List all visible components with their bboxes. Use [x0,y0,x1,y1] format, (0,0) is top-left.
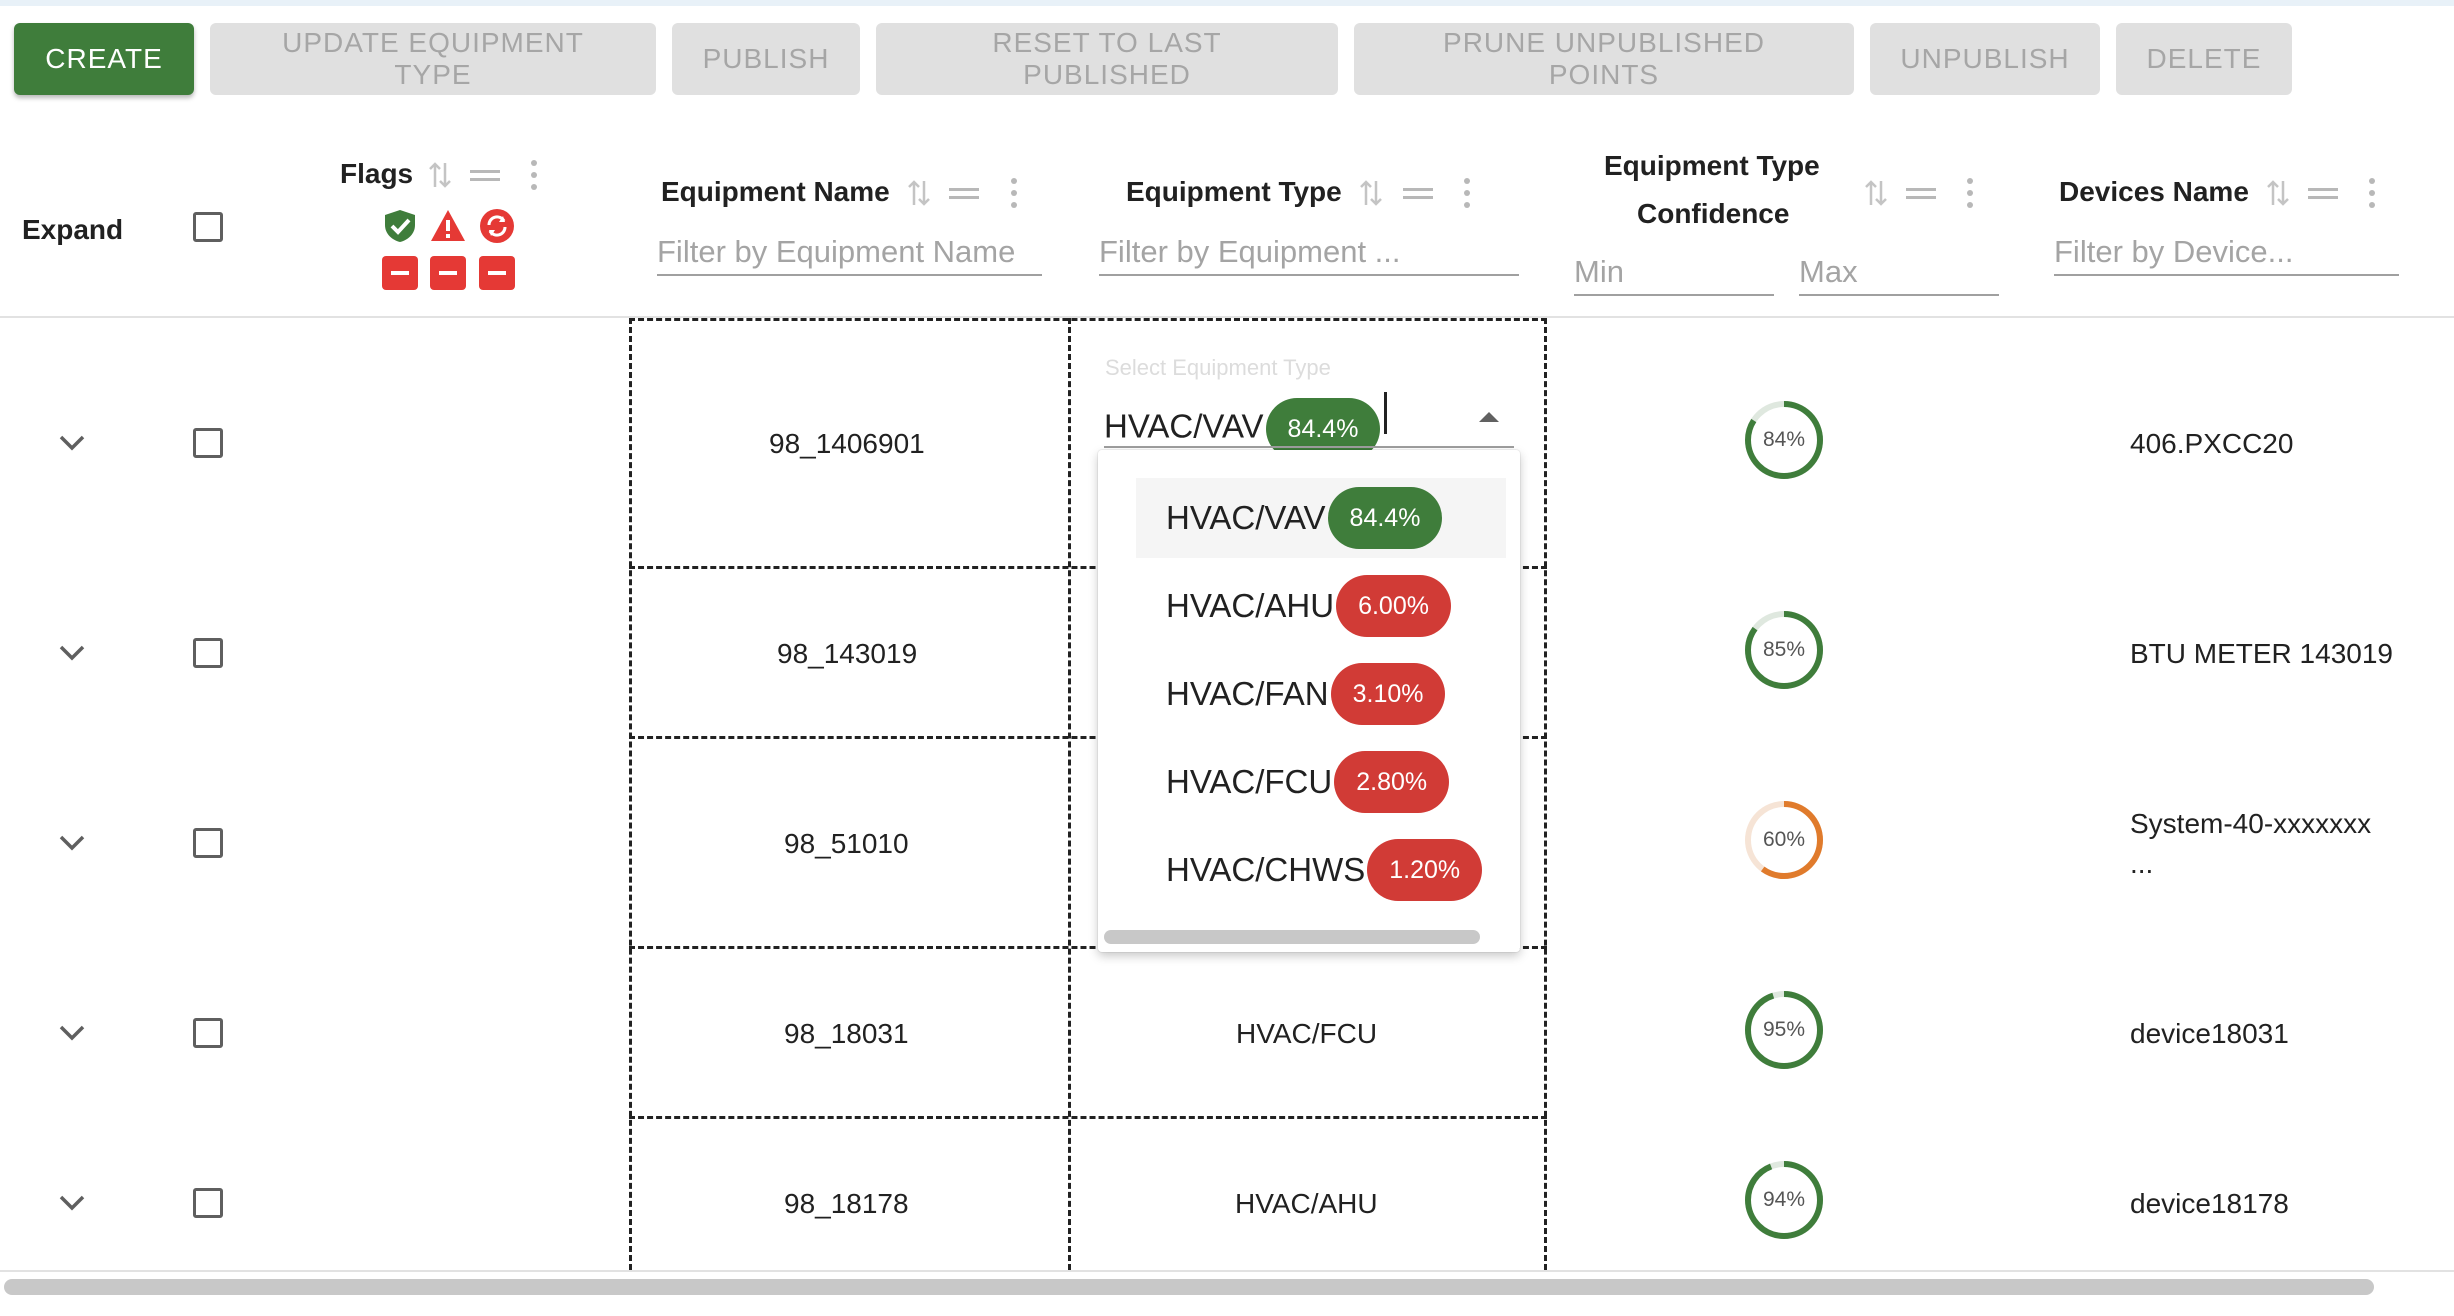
select-equipment-type-label: Select Equipment Type [1105,355,1331,380]
confidence-ring: 95% [1745,991,1823,1069]
toolbar: CREATE UPDATE EQUIPMENT TYPE PUBLISH RES… [14,23,2292,97]
column-menu-icon[interactable] [470,168,500,182]
column-options-icon[interactable] [1463,178,1471,208]
delete-button[interactable]: DELETE [2116,23,2292,95]
top-accent-line [0,0,2454,6]
option-confidence-pill: 1.20% [1367,839,1483,901]
verified-shield-icon[interactable] [382,208,418,244]
equipment-type-filter-input[interactable] [1099,230,1519,276]
confidence-label: 60% [1763,828,1805,851]
option-confidence-pill: 2.80% [1334,751,1450,813]
column-menu-icon[interactable] [949,186,979,200]
column-menu-icon[interactable] [1403,186,1433,200]
expand-chevron-icon[interactable] [58,834,86,852]
flags-column-title: Flags [340,158,414,189]
expand-column-title: Expand [22,214,124,245]
confidence-ring: 60% [1745,801,1823,879]
option-hvac-vav[interactable]: HVAC/VAV 84.4% [1136,478,1506,558]
sort-icon[interactable] [907,178,931,208]
confidence-max-input[interactable] [1799,250,1999,296]
option-confidence-pill: 84.4% [1327,487,1443,549]
expand-chevron-icon[interactable] [58,1024,86,1042]
sort-icon[interactable] [1359,178,1383,208]
publish-button[interactable]: PUBLISH [672,23,860,95]
devices-name-cell: System-40-xxxxxxx [2130,808,2372,839]
devices-name-column-title: Devices Name [2059,176,2249,207]
devices-name-cell: device18178 [2130,1188,2289,1219]
selected-type-text: HVAC/VAV [1104,407,1264,445]
reset-to-last-published-button[interactable]: RESET TO LAST PUBLISHED [876,23,1338,95]
column-options-icon[interactable] [1010,178,1018,208]
option-label: HVAC/FAN [1166,675,1329,712]
option-label: HVAC/AHU [1166,587,1335,624]
select-all-checkbox[interactable] [193,212,223,242]
option-hvac-chws[interactable]: HVAC/CHWS 1.20% [1166,830,1483,910]
confidence-min-input[interactable] [1574,250,1774,296]
devices-name-cell: device18031 [2130,1018,2289,1049]
row-checkbox[interactable] [193,1188,223,1218]
sort-icon[interactable] [2266,178,2290,208]
expand-chevron-icon[interactable] [58,1194,86,1212]
dropdown-arrow-icon[interactable] [1479,412,1499,422]
warning-triangle-icon[interactable] [430,208,466,244]
option-confidence-pill: 6.00% [1336,575,1451,637]
minus-flag-icon[interactable] [430,256,466,290]
text-cursor [1384,392,1387,434]
table-header: Expand Flags Equipment Name Equipment Ty… [0,140,2454,318]
selection-top-border [629,318,1547,321]
minus-flag-icon[interactable] [382,256,418,290]
expand-chevron-icon[interactable] [58,434,86,452]
column-options-icon[interactable] [2368,178,2376,208]
confidence-label: 95% [1763,1018,1805,1041]
devices-name-cell: BTU METER 143019 [2130,638,2393,669]
column-options-icon[interactable] [1966,178,1974,208]
confidence-column-title-line2: Confidence [1637,198,1790,229]
equipment-name-column-title: Equipment Name [661,176,890,207]
option-hvac-fan[interactable]: HVAC/FAN 3.10% [1166,654,1446,734]
equipment-type-dropdown: HVAC/VAV 84.4% HVAC/AHU 6.00% HVAC/FAN 3.10… [1098,450,1520,952]
equipment-name-column-selection [629,318,1069,1270]
sync-icon[interactable] [479,208,515,244]
confidence-ring: 85% [1745,611,1823,689]
unpublish-button[interactable]: UNPUBLISH [1870,23,2100,95]
column-options-icon[interactable] [530,160,538,190]
confidence-column-title-line1: Equipment Type [1604,150,1820,181]
prune-unpublished-points-button[interactable]: PRUNE UNPUBLISHED POINTS [1354,23,1854,95]
select-underline [1104,446,1514,448]
confidence-label: 94% [1763,1188,1805,1211]
confidence-ring: 84% [1745,401,1823,479]
option-confidence-pill: 3.10% [1330,663,1446,725]
row-checkbox[interactable] [193,828,223,858]
option-label: HVAC/VAV [1166,499,1326,536]
create-button[interactable]: CREATE [14,23,194,95]
column-menu-icon[interactable] [2308,186,2338,200]
expand-chevron-icon[interactable] [58,644,86,662]
equipment-type-column-title: Equipment Type [1126,176,1342,207]
table-horizontal-scrollbar[interactable] [4,1279,2374,1295]
row-checkbox[interactable] [193,1018,223,1048]
minus-flag-icon[interactable] [479,256,515,290]
sort-icon[interactable] [1864,178,1888,208]
devices-name-cell-overflow: ... [2130,848,2154,879]
row-checkbox[interactable] [193,428,223,458]
equipment-name-filter-input[interactable] [657,230,1042,276]
option-label: HVAC/CHWS [1166,851,1366,888]
devices-name-cell: 406.PXCC20 [2130,428,2294,459]
sort-icon[interactable] [428,160,452,190]
confidence-label: 84% [1763,428,1805,451]
option-hvac-fcu[interactable]: HVAC/FCU 2.80% [1166,742,1450,822]
option-label: HVAC/FCU [1166,763,1333,800]
devices-name-filter-input[interactable] [2054,230,2399,276]
column-menu-icon[interactable] [1906,186,1936,200]
confidence-label: 85% [1763,638,1805,661]
dropdown-horizontal-scrollbar[interactable] [1104,930,1480,944]
row-checkbox[interactable] [193,638,223,668]
selection-row-divider [629,1116,1547,1119]
option-hvac-ahu[interactable]: HVAC/AHU 6.00% [1166,566,1451,646]
update-equipment-type-button[interactable]: UPDATE EQUIPMENT TYPE [210,23,656,95]
confidence-ring: 94% [1745,1161,1823,1239]
